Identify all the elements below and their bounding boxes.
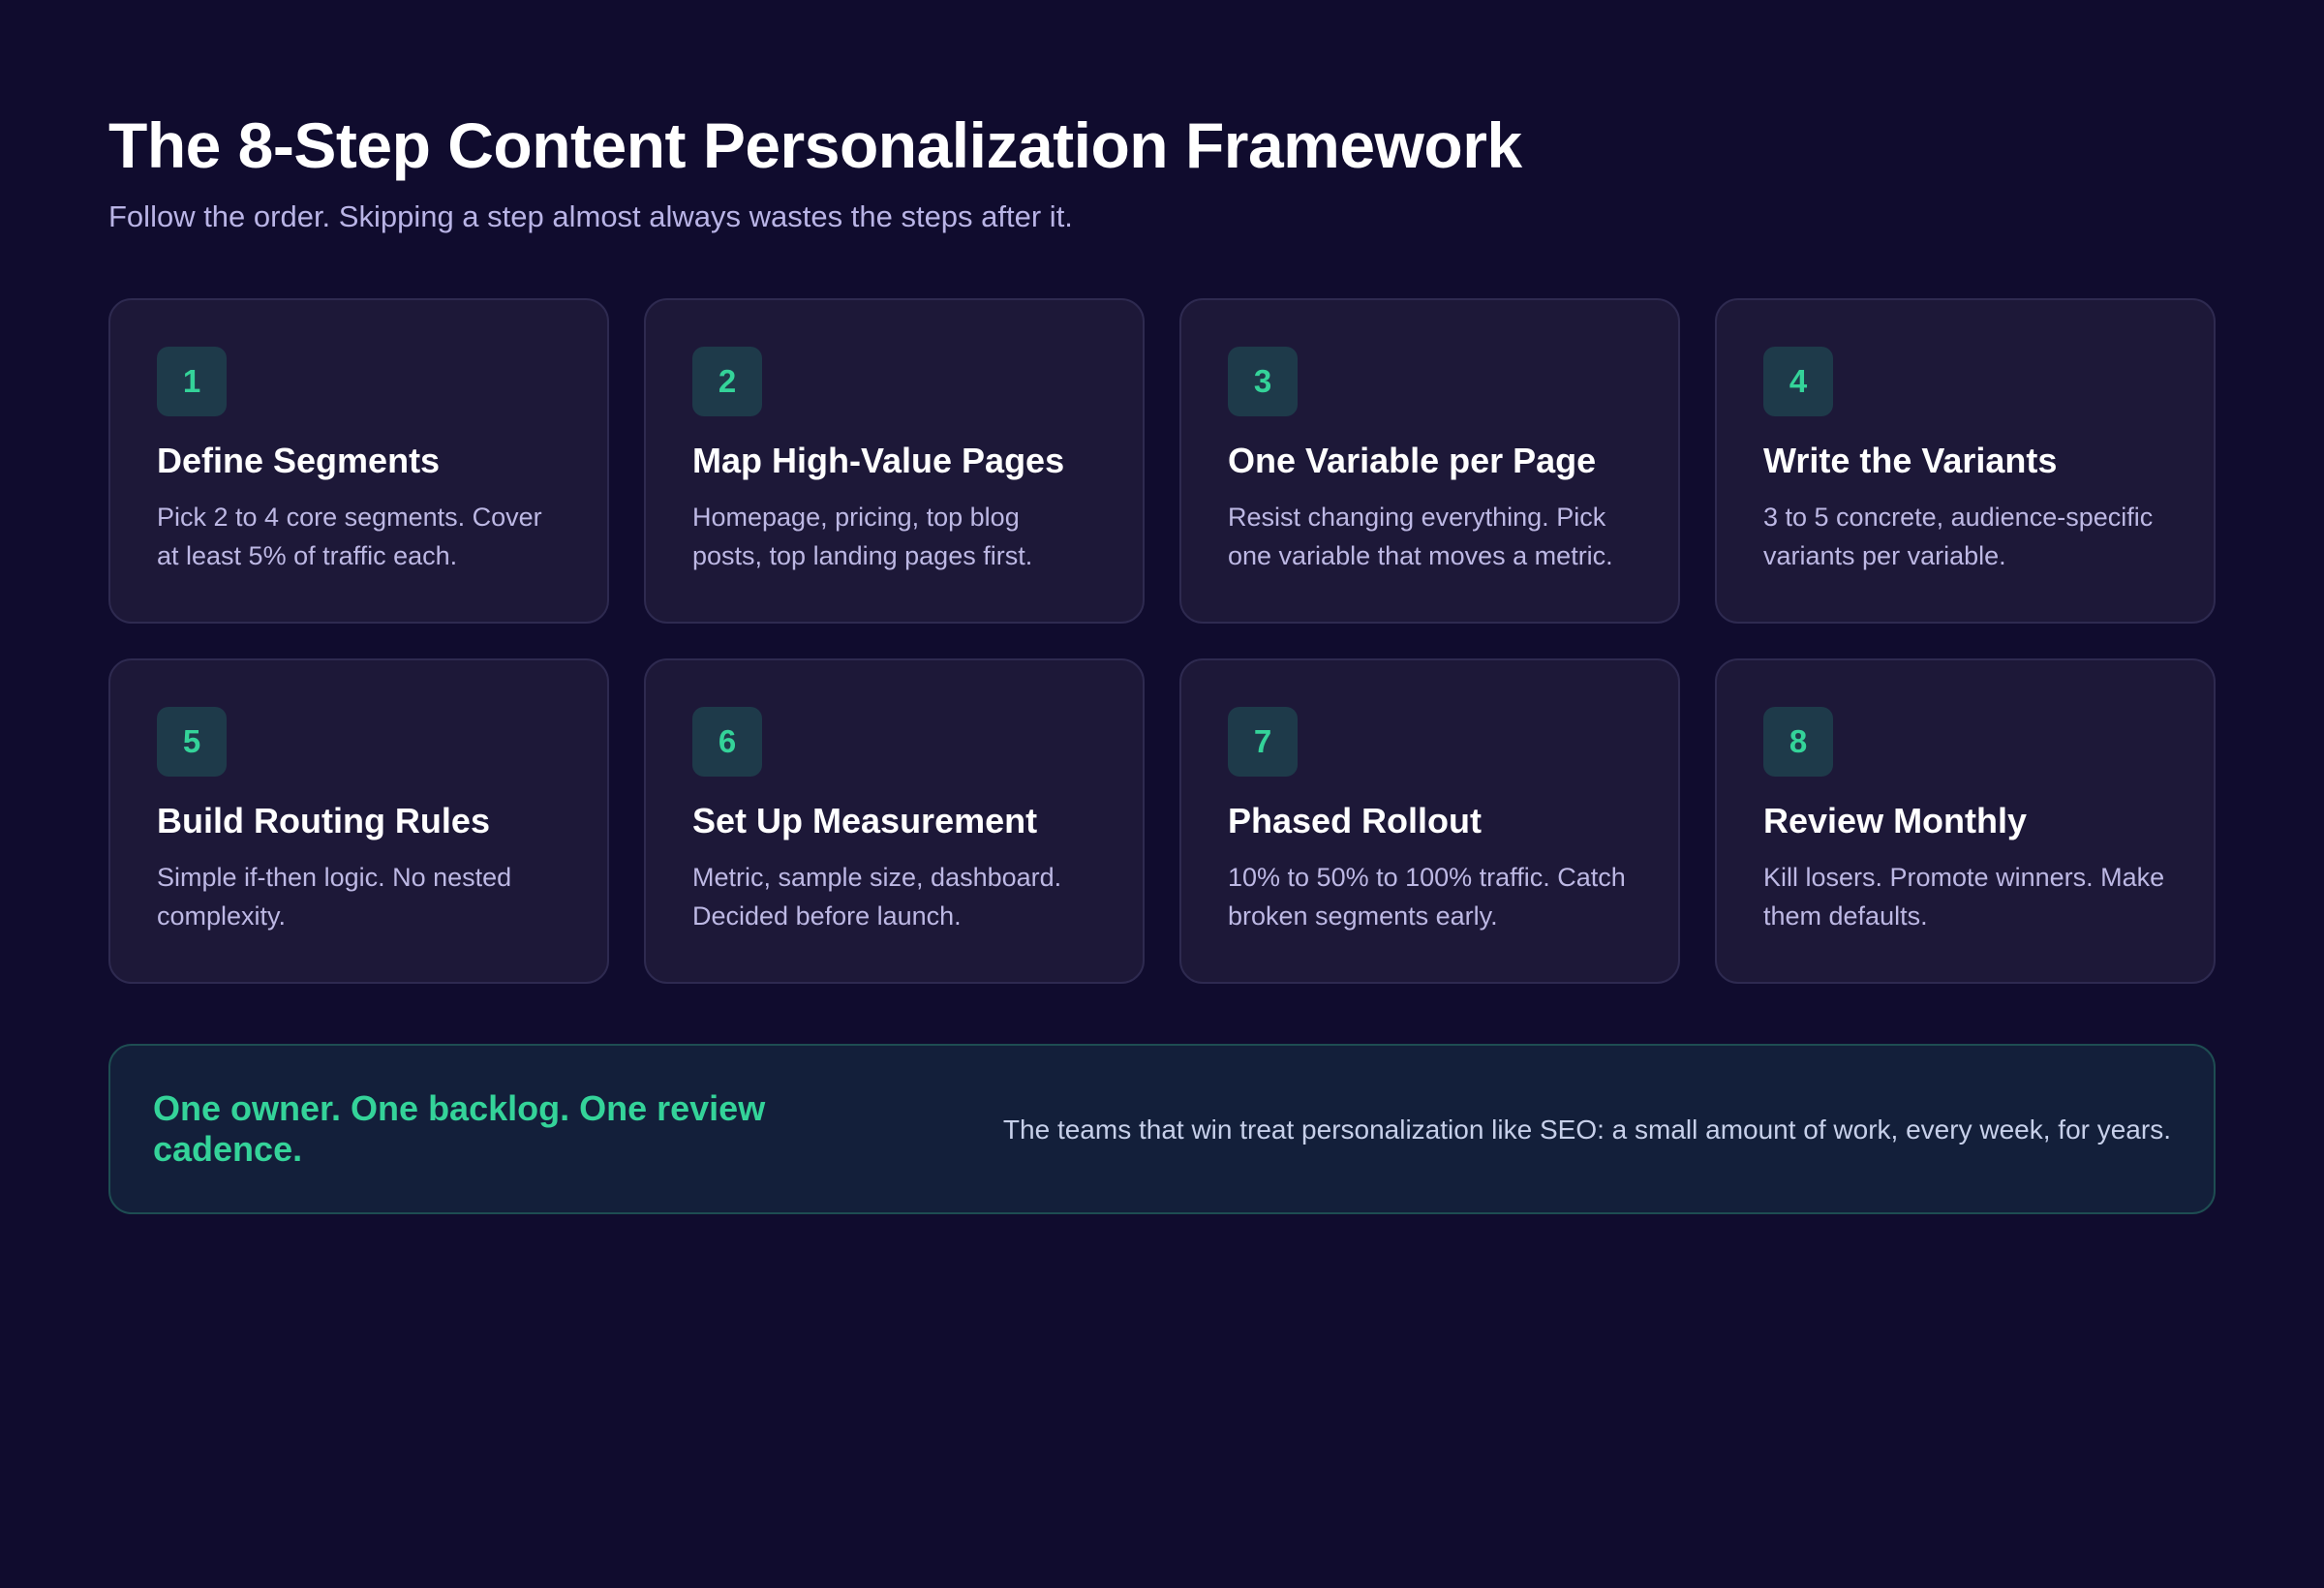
- step-number-badge: 8: [1763, 707, 1833, 777]
- step-title: Map High-Value Pages: [692, 441, 1065, 480]
- step-description: 3 to 5 concrete, audience-specific varia…: [1763, 503, 2154, 570]
- step-card-7: 7 Phased Rollout 10% to 50% to 100% traf…: [1179, 658, 1680, 984]
- step-card-8: 8 Review Monthly Kill losers. Promote wi…: [1715, 658, 2216, 984]
- summary-banner: One owner. One backlog. One review caden…: [108, 1044, 2216, 1214]
- page-subtitle: Follow the order. Skipping a step almost…: [108, 199, 1073, 233]
- banner-text: The teams that win treat personalization…: [1002, 1114, 2171, 1145]
- step-number-badge: 7: [1228, 707, 1298, 777]
- step-description: Homepage, pricing, top blog posts, top l…: [692, 503, 1033, 570]
- step-number-badge: 3: [1228, 347, 1298, 416]
- step-title: Set Up Measurement: [692, 801, 1038, 840]
- step-title: One Variable per Page: [1228, 441, 1597, 480]
- step-description: Metric, sample size, dashboard. Decided …: [692, 863, 1062, 931]
- step-card-6: 6 Set Up Measurement Metric, sample size…: [644, 658, 1145, 984]
- banner-headline: One owner. One backlog. One review caden…: [153, 1088, 766, 1169]
- step-card-5: 5 Build Routing Rules Simple if-then log…: [108, 658, 609, 984]
- step-description: Kill losers. Promote winners. Make them …: [1763, 863, 2165, 931]
- step-number-badge: 5: [157, 707, 227, 777]
- step-card-1: 1 Define Segments Pick 2 to 4 core segme…: [108, 298, 609, 624]
- step-card-2: 2 Map High-Value Pages Homepage, pricing…: [644, 298, 1145, 624]
- step-card-4: 4 Write the Variants 3 to 5 concrete, au…: [1715, 298, 2216, 624]
- step-description: 10% to 50% to 100% traffic. Catch broken…: [1228, 863, 1626, 931]
- step-title: Write the Variants: [1763, 441, 2058, 480]
- step-title: Define Segments: [157, 441, 441, 480]
- step-title: Build Routing Rules: [157, 801, 490, 840]
- step-description: Pick 2 to 4 core segments. Cover at leas…: [157, 503, 542, 570]
- step-description: Simple if-then logic. No nested complexi…: [157, 863, 512, 931]
- step-card-3: 3 One Variable per Page Resist changing …: [1179, 298, 1680, 624]
- step-description: Resist changing everything. Pick one var…: [1228, 503, 1613, 570]
- step-title: Phased Rollout: [1228, 801, 1483, 840]
- page-title: The 8-Step Content Personalization Frame…: [108, 109, 1522, 181]
- step-number-badge: 6: [692, 707, 762, 777]
- step-title: Review Monthly: [1763, 801, 2028, 840]
- steps-grid: 1 Define Segments Pick 2 to 4 core segme…: [108, 298, 2216, 984]
- step-number-badge: 4: [1763, 347, 1833, 416]
- step-number-badge: 1: [157, 347, 227, 416]
- step-number-badge: 2: [692, 347, 762, 416]
